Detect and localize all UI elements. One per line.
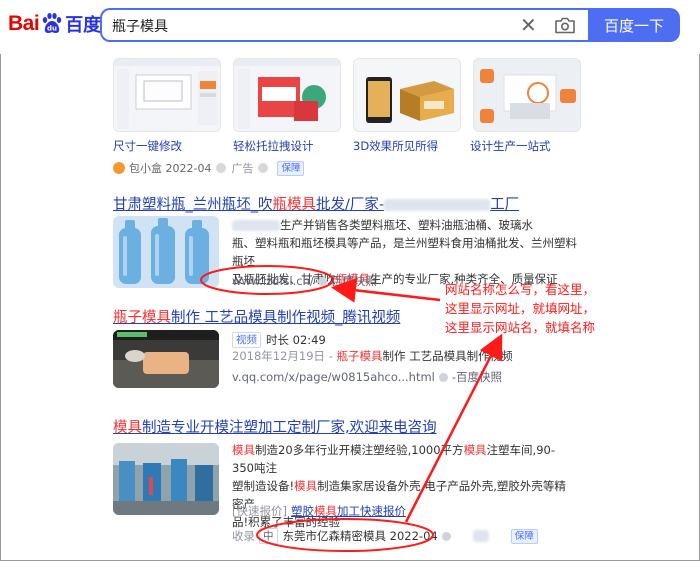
annotation-circle-url [200, 265, 334, 295]
annotation-arrow-name [404, 333, 503, 523]
annotation-arrow-url [331, 277, 441, 303]
annotation-overlay [200, 265, 503, 552]
annotation-circle-name [256, 518, 434, 552]
